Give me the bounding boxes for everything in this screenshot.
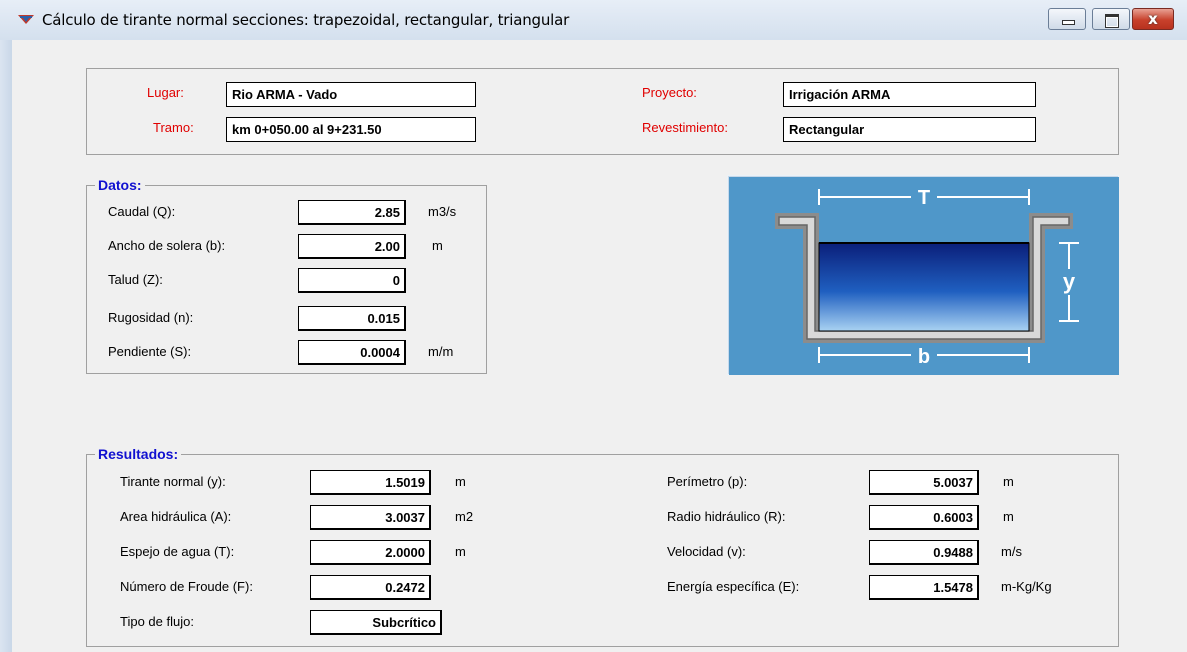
title-bar[interactable]: Cálculo de tirante normal secciones: tra… xyxy=(0,0,1187,40)
datos-title: Datos: xyxy=(95,177,145,193)
tirante-unit: m xyxy=(455,474,466,489)
area-label: Area hidráulica (A): xyxy=(120,509,232,524)
tramo-label: Tramo: xyxy=(153,120,194,135)
lugar-label: Lugar: xyxy=(147,85,184,100)
froude-output[interactable]: 0.2472 xyxy=(310,575,431,600)
pendiente-unit: m/m xyxy=(428,344,454,359)
espejo-label: Espejo de agua (T): xyxy=(120,544,235,559)
area-output[interactable]: 3.0037 xyxy=(310,505,431,530)
proyecto-field[interactable]: Irrigación ARMA xyxy=(783,82,1036,107)
rugosidad-label: Rugosidad (n): xyxy=(108,310,194,325)
window-frame-edge xyxy=(0,40,12,652)
lugar-field[interactable]: Rio ARMA - Vado xyxy=(226,82,476,107)
pendiente-input[interactable]: 0.0004 xyxy=(298,340,406,365)
perimetro-label: Perímetro (p): xyxy=(667,474,748,489)
area-unit: m2 xyxy=(455,509,474,524)
revestimiento-field[interactable]: Rectangular xyxy=(783,117,1036,142)
maximize-button[interactable] xyxy=(1092,8,1130,30)
radio-label: Radio hidráulico (R): xyxy=(667,509,786,524)
revestimiento-label: Revestimiento: xyxy=(642,120,728,135)
pendiente-label: Pendiente (S): xyxy=(108,344,192,359)
resultados-title: Resultados: xyxy=(95,446,182,462)
dimension-t-label: T xyxy=(918,187,930,209)
velocidad-output[interactable]: 0.9488 xyxy=(869,540,979,565)
section-diagram: T y b xyxy=(728,176,1119,375)
tipo-flujo-label: Tipo de flujo: xyxy=(120,614,194,629)
close-button[interactable]: x xyxy=(1132,8,1174,30)
radio-unit: m xyxy=(1003,509,1014,524)
tipo-flujo-output[interactable]: Subcrítico xyxy=(310,610,442,635)
rugosidad-input[interactable]: 0.015 xyxy=(298,306,406,331)
dimension-b-label: b xyxy=(918,346,930,368)
energia-unit: m-Kg/Kg xyxy=(1001,579,1052,594)
velocidad-label: Velocidad (v): xyxy=(667,544,746,559)
app-window: Cálculo de tirante normal secciones: tra… xyxy=(0,0,1187,652)
espejo-output[interactable]: 2.0000 xyxy=(310,540,431,565)
velocidad-unit: m/s xyxy=(1001,544,1022,559)
perimetro-output[interactable]: 5.0037 xyxy=(869,470,979,495)
espejo-unit: m xyxy=(455,544,466,559)
app-icon[interactable] xyxy=(18,13,34,25)
proyecto-label: Proyecto: xyxy=(642,85,697,100)
ancho-unit: m xyxy=(432,238,443,253)
window-title: Cálculo de tirante normal secciones: tra… xyxy=(42,11,570,29)
ancho-label: Ancho de solera (b): xyxy=(108,238,226,253)
dimension-y-label: y xyxy=(1063,269,1076,294)
perimetro-unit: m xyxy=(1003,474,1014,489)
talud-label: Talud (Z): xyxy=(108,272,163,287)
tramo-field[interactable]: km 0+050.00 al 9+231.50 xyxy=(226,117,476,142)
talud-input[interactable]: 0 xyxy=(298,268,406,293)
energia-output[interactable]: 1.5478 xyxy=(869,575,979,600)
close-icon: x xyxy=(1148,10,1158,28)
caudal-label: Caudal (Q): xyxy=(108,204,176,219)
minimize-button[interactable] xyxy=(1048,8,1086,30)
rectangular-channel-diagram: T y b xyxy=(729,177,1119,375)
caudal-input[interactable]: 2.85 xyxy=(298,200,406,225)
tirante-label: Tirante normal (y): xyxy=(120,474,226,489)
ancho-input[interactable]: 2.00 xyxy=(298,234,406,259)
caudal-unit: m3/s xyxy=(428,204,457,219)
tirante-output[interactable]: 1.5019 xyxy=(310,470,431,495)
radio-output[interactable]: 0.6003 xyxy=(869,505,979,530)
froude-label: Número de Froude (F): xyxy=(120,579,253,594)
energia-label: Energía específica (E): xyxy=(667,579,800,594)
